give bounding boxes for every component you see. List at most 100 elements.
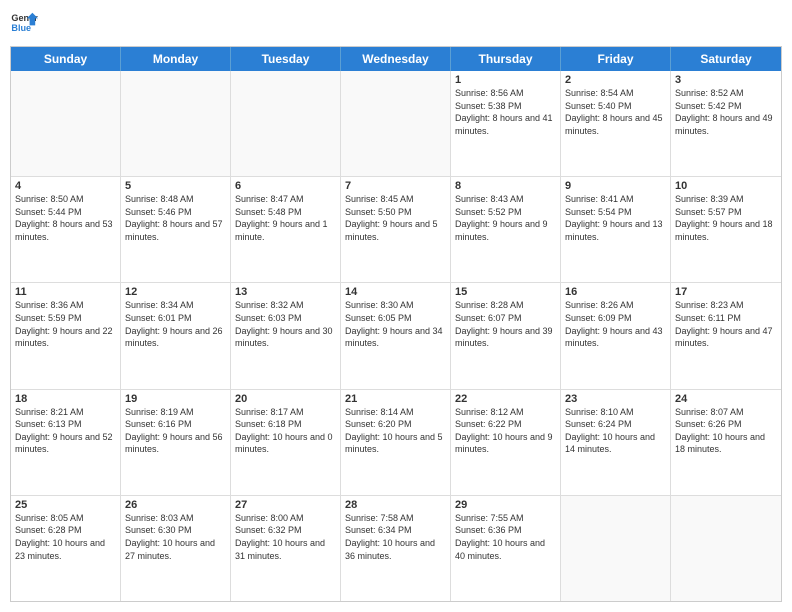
calendar-cell: 15Sunrise: 8:28 AMSunset: 6:07 PMDayligh… [451, 283, 561, 388]
day-number: 12 [125, 286, 226, 298]
calendar-cell: 16Sunrise: 8:26 AMSunset: 6:09 PMDayligh… [561, 283, 671, 388]
day-number: 2 [565, 74, 666, 86]
calendar-cell: 21Sunrise: 8:14 AMSunset: 6:20 PMDayligh… [341, 390, 451, 495]
cell-info: Sunrise: 8:05 AMSunset: 6:28 PMDaylight:… [15, 512, 116, 562]
day-number: 19 [125, 393, 226, 405]
calendar-cell: 6Sunrise: 8:47 AMSunset: 5:48 PMDaylight… [231, 177, 341, 282]
day-number: 9 [565, 180, 666, 192]
cell-info: Sunrise: 8:45 AMSunset: 5:50 PMDaylight:… [345, 193, 446, 243]
calendar-cell: 10Sunrise: 8:39 AMSunset: 5:57 PMDayligh… [671, 177, 781, 282]
cell-info: Sunrise: 8:17 AMSunset: 6:18 PMDaylight:… [235, 406, 336, 456]
cell-info: Sunrise: 8:28 AMSunset: 6:07 PMDaylight:… [455, 299, 556, 349]
calendar-cell [231, 71, 341, 176]
day-header-saturday: Saturday [671, 47, 781, 71]
day-number: 17 [675, 286, 777, 298]
calendar-cell: 12Sunrise: 8:34 AMSunset: 6:01 PMDayligh… [121, 283, 231, 388]
calendar-cell: 29Sunrise: 7:55 AMSunset: 6:36 PMDayligh… [451, 496, 561, 601]
cell-info: Sunrise: 8:12 AMSunset: 6:22 PMDaylight:… [455, 406, 556, 456]
calendar-cell: 3Sunrise: 8:52 AMSunset: 5:42 PMDaylight… [671, 71, 781, 176]
cell-info: Sunrise: 8:48 AMSunset: 5:46 PMDaylight:… [125, 193, 226, 243]
day-header-friday: Friday [561, 47, 671, 71]
calendar-cell: 17Sunrise: 8:23 AMSunset: 6:11 PMDayligh… [671, 283, 781, 388]
cell-info: Sunrise: 8:47 AMSunset: 5:48 PMDaylight:… [235, 193, 336, 243]
day-number: 25 [15, 499, 116, 511]
logo: General Blue [10, 10, 38, 38]
calendar-header: SundayMondayTuesdayWednesdayThursdayFrid… [11, 47, 781, 71]
day-number: 29 [455, 499, 556, 511]
cell-info: Sunrise: 8:30 AMSunset: 6:05 PMDaylight:… [345, 299, 446, 349]
cell-info: Sunrise: 8:36 AMSunset: 5:59 PMDaylight:… [15, 299, 116, 349]
cell-info: Sunrise: 8:41 AMSunset: 5:54 PMDaylight:… [565, 193, 666, 243]
calendar-row-4: 25Sunrise: 8:05 AMSunset: 6:28 PMDayligh… [11, 496, 781, 601]
calendar-cell: 26Sunrise: 8:03 AMSunset: 6:30 PMDayligh… [121, 496, 231, 601]
cell-info: Sunrise: 8:50 AMSunset: 5:44 PMDaylight:… [15, 193, 116, 243]
logo-icon: General Blue [10, 10, 38, 38]
day-number: 11 [15, 286, 116, 298]
day-number: 6 [235, 180, 336, 192]
calendar-cell: 7Sunrise: 8:45 AMSunset: 5:50 PMDaylight… [341, 177, 451, 282]
cell-info: Sunrise: 8:43 AMSunset: 5:52 PMDaylight:… [455, 193, 556, 243]
day-header-wednesday: Wednesday [341, 47, 451, 71]
day-number: 21 [345, 393, 446, 405]
cell-info: Sunrise: 8:26 AMSunset: 6:09 PMDaylight:… [565, 299, 666, 349]
calendar-row-2: 11Sunrise: 8:36 AMSunset: 5:59 PMDayligh… [11, 283, 781, 389]
calendar-cell: 11Sunrise: 8:36 AMSunset: 5:59 PMDayligh… [11, 283, 121, 388]
calendar-cell: 14Sunrise: 8:30 AMSunset: 6:05 PMDayligh… [341, 283, 451, 388]
day-number: 10 [675, 180, 777, 192]
cell-info: Sunrise: 7:55 AMSunset: 6:36 PMDaylight:… [455, 512, 556, 562]
calendar-cell: 5Sunrise: 8:48 AMSunset: 5:46 PMDaylight… [121, 177, 231, 282]
cell-info: Sunrise: 8:03 AMSunset: 6:30 PMDaylight:… [125, 512, 226, 562]
day-number: 16 [565, 286, 666, 298]
calendar-body: 1Sunrise: 8:56 AMSunset: 5:38 PMDaylight… [11, 71, 781, 601]
day-number: 5 [125, 180, 226, 192]
day-header-monday: Monday [121, 47, 231, 71]
cell-info: Sunrise: 8:19 AMSunset: 6:16 PMDaylight:… [125, 406, 226, 456]
day-number: 23 [565, 393, 666, 405]
cell-info: Sunrise: 7:58 AMSunset: 6:34 PMDaylight:… [345, 512, 446, 562]
cell-info: Sunrise: 8:21 AMSunset: 6:13 PMDaylight:… [15, 406, 116, 456]
day-number: 1 [455, 74, 556, 86]
calendar-cell: 25Sunrise: 8:05 AMSunset: 6:28 PMDayligh… [11, 496, 121, 601]
day-number: 3 [675, 74, 777, 86]
calendar-cell: 27Sunrise: 8:00 AMSunset: 6:32 PMDayligh… [231, 496, 341, 601]
calendar-cell: 22Sunrise: 8:12 AMSunset: 6:22 PMDayligh… [451, 390, 561, 495]
cell-info: Sunrise: 8:39 AMSunset: 5:57 PMDaylight:… [675, 193, 777, 243]
day-number: 20 [235, 393, 336, 405]
svg-text:Blue: Blue [11, 23, 31, 33]
day-number: 27 [235, 499, 336, 511]
day-number: 26 [125, 499, 226, 511]
calendar-cell [561, 496, 671, 601]
cell-info: Sunrise: 8:23 AMSunset: 6:11 PMDaylight:… [675, 299, 777, 349]
day-number: 18 [15, 393, 116, 405]
calendar-cell: 13Sunrise: 8:32 AMSunset: 6:03 PMDayligh… [231, 283, 341, 388]
calendar-row-1: 4Sunrise: 8:50 AMSunset: 5:44 PMDaylight… [11, 177, 781, 283]
day-number: 13 [235, 286, 336, 298]
calendar-cell: 20Sunrise: 8:17 AMSunset: 6:18 PMDayligh… [231, 390, 341, 495]
calendar-cell: 18Sunrise: 8:21 AMSunset: 6:13 PMDayligh… [11, 390, 121, 495]
day-header-sunday: Sunday [11, 47, 121, 71]
calendar-cell: 1Sunrise: 8:56 AMSunset: 5:38 PMDaylight… [451, 71, 561, 176]
calendar-cell: 19Sunrise: 8:19 AMSunset: 6:16 PMDayligh… [121, 390, 231, 495]
cell-info: Sunrise: 8:34 AMSunset: 6:01 PMDaylight:… [125, 299, 226, 349]
day-number: 4 [15, 180, 116, 192]
calendar-cell: 2Sunrise: 8:54 AMSunset: 5:40 PMDaylight… [561, 71, 671, 176]
cell-info: Sunrise: 8:32 AMSunset: 6:03 PMDaylight:… [235, 299, 336, 349]
day-number: 22 [455, 393, 556, 405]
page-header: General Blue [10, 10, 782, 38]
calendar-row-0: 1Sunrise: 8:56 AMSunset: 5:38 PMDaylight… [11, 71, 781, 177]
day-header-thursday: Thursday [451, 47, 561, 71]
calendar-cell [121, 71, 231, 176]
cell-info: Sunrise: 8:52 AMSunset: 5:42 PMDaylight:… [675, 87, 777, 137]
calendar-cell: 23Sunrise: 8:10 AMSunset: 6:24 PMDayligh… [561, 390, 671, 495]
day-number: 24 [675, 393, 777, 405]
day-number: 14 [345, 286, 446, 298]
calendar-cell: 28Sunrise: 7:58 AMSunset: 6:34 PMDayligh… [341, 496, 451, 601]
calendar-cell [671, 496, 781, 601]
day-number: 8 [455, 180, 556, 192]
calendar-cell [341, 71, 451, 176]
calendar-cell [11, 71, 121, 176]
calendar: SundayMondayTuesdayWednesdayThursdayFrid… [10, 46, 782, 602]
calendar-cell: 8Sunrise: 8:43 AMSunset: 5:52 PMDaylight… [451, 177, 561, 282]
cell-info: Sunrise: 8:07 AMSunset: 6:26 PMDaylight:… [675, 406, 777, 456]
cell-info: Sunrise: 8:56 AMSunset: 5:38 PMDaylight:… [455, 87, 556, 137]
